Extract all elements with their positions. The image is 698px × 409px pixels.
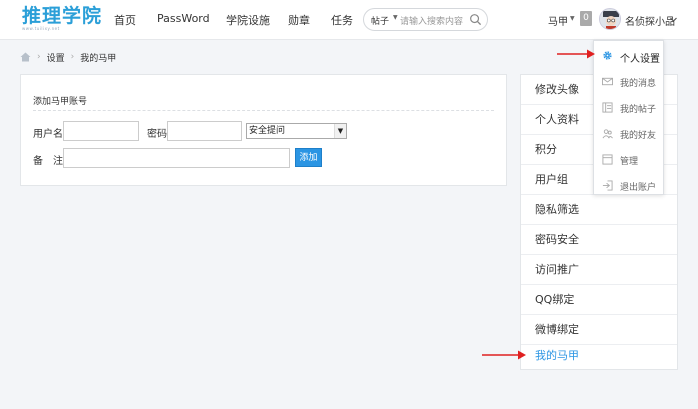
caret-down-icon: ▼ xyxy=(334,124,346,138)
site-logo[interactable]: 推理学院 www.tuilixy.net xyxy=(22,6,102,32)
breadcrumb: › 设置 › 我的马甲 xyxy=(20,50,116,64)
dropdown-item-label: 管理 xyxy=(620,157,639,167)
dropdown-item-label: 我的消息 xyxy=(620,79,657,89)
caret-down-icon: ▼ xyxy=(393,14,398,21)
notification-badge[interactable]: 0 xyxy=(580,11,592,26)
nav-medals[interactable]: 勋章 xyxy=(288,12,310,28)
top-header: 推理学院 www.tuilixy.net 首页 PassWord 学院设施 勋章… xyxy=(0,0,698,40)
dropdown-item-label: 退出账户 xyxy=(620,183,657,193)
remark-field[interactable] xyxy=(63,148,290,168)
caret-down-icon: ▼ xyxy=(570,15,575,22)
nav-tasks[interactable]: 任务 xyxy=(331,12,353,28)
dropdown-item-posts[interactable]: 我的帖子 xyxy=(594,95,663,121)
nav-home[interactable]: 首页 xyxy=(114,12,136,28)
logout-icon xyxy=(602,180,613,191)
password-field[interactable] xyxy=(167,121,242,141)
breadcrumb-separator: › xyxy=(70,52,75,62)
nav-password[interactable]: PassWord xyxy=(157,12,210,25)
add-button[interactable]: 添加 xyxy=(295,148,322,167)
friends-icon xyxy=(602,129,613,139)
manage-icon xyxy=(602,154,613,165)
side-item-password-security[interactable]: 密码安全 xyxy=(521,225,677,255)
username-field[interactable] xyxy=(63,121,139,141)
chevron-down-icon[interactable] xyxy=(669,15,678,24)
nav-facilities[interactable]: 学院设施 xyxy=(226,12,270,28)
side-item-promotion[interactable]: 访问推广 xyxy=(521,255,677,285)
annotation-arrow-my-vest xyxy=(482,350,526,360)
security-question-value: 安全提问 xyxy=(249,126,286,136)
mail-icon xyxy=(602,77,613,86)
home-icon[interactable] xyxy=(20,52,31,62)
posts-icon xyxy=(602,102,613,113)
card-title: 添加马甲账号 xyxy=(33,97,88,107)
breadcrumb-separator: › xyxy=(37,52,41,62)
search-icon[interactable] xyxy=(469,13,482,26)
dropdown-item-settings[interactable]: 个人设置 xyxy=(594,43,663,69)
side-item-privacy[interactable]: 隐私筛选 xyxy=(521,195,677,225)
remark-label: 备 注 xyxy=(33,156,63,167)
side-item-my-vest[interactable]: 我的马甲 xyxy=(521,341,677,371)
gear-icon xyxy=(603,51,612,60)
dropdown-item-friends[interactable]: 我的好友 xyxy=(594,121,663,147)
breadcrumb-settings[interactable]: 设置 xyxy=(47,51,65,64)
dropdown-item-manage[interactable]: 管理 xyxy=(594,147,663,173)
password-label: 密码 xyxy=(147,129,167,140)
avatar[interactable] xyxy=(599,8,621,30)
dropdown-item-label: 个人设置 xyxy=(620,54,660,65)
divider xyxy=(33,110,494,111)
search-input[interactable]: 请输入搜索内容 xyxy=(400,14,463,27)
side-item-qq-bind[interactable]: QQ绑定 xyxy=(521,285,677,315)
dropdown-item-logout[interactable]: 退出账户 xyxy=(594,173,663,199)
vest-menu[interactable]: 马甲 xyxy=(548,13,568,28)
search-type-select[interactable]: 帖子 xyxy=(371,14,389,27)
avatar-image xyxy=(600,9,620,29)
dropdown-item-label: 我的好友 xyxy=(620,131,657,141)
dropdown-item-messages[interactable]: 我的消息 xyxy=(594,69,663,95)
username-label: 用户名 xyxy=(33,129,63,140)
user-dropdown: 个人设置 我的消息 我的帖子 我的好友 管理 退出账户 xyxy=(593,40,664,195)
search-bar[interactable]: 帖子 ▼ 请输入搜索内容 xyxy=(363,8,488,31)
dropdown-item-label: 我的帖子 xyxy=(620,105,657,115)
security-question-select[interactable]: 安全提问 ▼ xyxy=(246,123,347,139)
username[interactable]: 名侦探小品 xyxy=(625,13,675,28)
logo-text: 推理学院 xyxy=(22,5,103,27)
breadcrumb-current: 我的马甲 xyxy=(80,53,117,64)
annotation-arrow-settings xyxy=(557,49,595,59)
